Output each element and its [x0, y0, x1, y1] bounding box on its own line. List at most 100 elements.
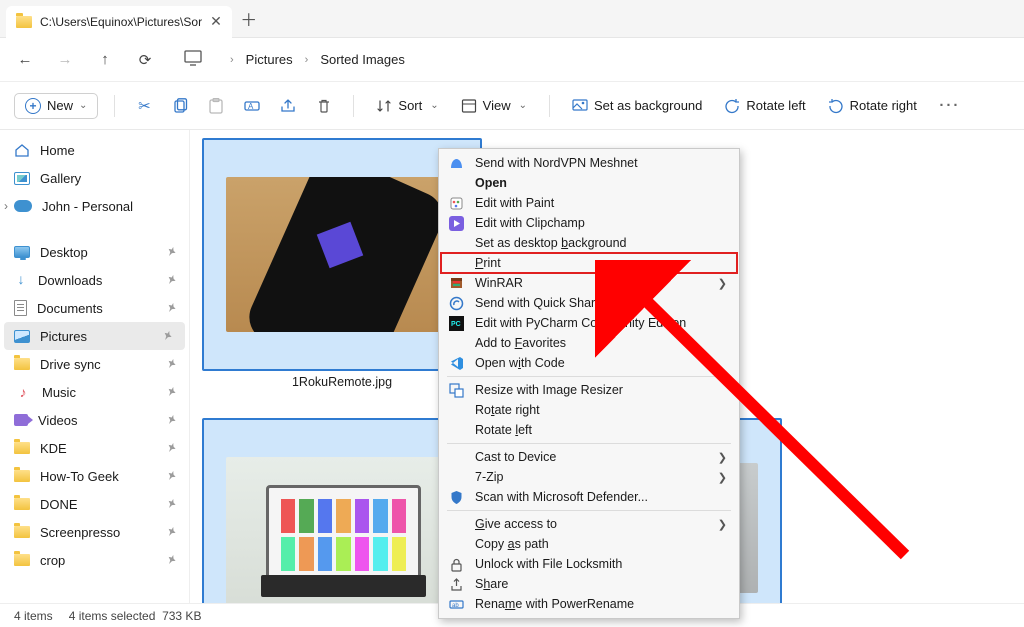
- pin-icon: [162, 356, 177, 372]
- context-menu-item[interactable]: Rotate right: [441, 400, 737, 420]
- sidebar-item-crop[interactable]: crop: [0, 546, 189, 574]
- blank-icon: [447, 448, 465, 466]
- context-menu-item[interactable]: Set as desktop background: [441, 233, 737, 253]
- context-menu-item[interactable]: WinRAR❯: [441, 273, 737, 293]
- sidebar-label: crop: [40, 553, 65, 568]
- context-menu-item[interactable]: PCEdit with PyCharm Community Edition: [441, 313, 737, 333]
- sidebar-label: Drive sync: [40, 357, 101, 372]
- pin-icon: [162, 552, 177, 568]
- rotate-right-button[interactable]: Rotate right: [822, 94, 923, 118]
- close-tab-icon[interactable]: ✕: [210, 13, 222, 30]
- sidebar-home[interactable]: Home: [0, 136, 189, 164]
- sidebar-item-documents[interactable]: Documents: [0, 294, 189, 322]
- cloud-icon: [14, 200, 32, 212]
- sidebar-item-drive-sync[interactable]: Drive sync: [0, 350, 189, 378]
- svg-text:A: A: [248, 102, 254, 111]
- sidebar-item-videos[interactable]: Videos: [0, 406, 189, 434]
- divider: [549, 95, 550, 117]
- context-menu-item[interactable]: Unlock with File Locksmith: [441, 554, 737, 574]
- context-menu-item[interactable]: abRename with PowerRename: [441, 594, 737, 614]
- context-menu-label: Cast to Device: [475, 450, 708, 464]
- delete-button[interactable]: [311, 93, 337, 119]
- refresh-button[interactable]: ⟳: [134, 51, 156, 69]
- up-button[interactable]: ↑: [94, 51, 116, 68]
- context-menu-label: 7-Zip: [475, 470, 708, 484]
- context-menu-label: Scan with Microsoft Defender...: [475, 490, 727, 504]
- chevron-right-icon: ❯: [718, 451, 727, 464]
- resizer-icon: [447, 381, 465, 399]
- chevron-right-icon: ›: [230, 54, 234, 66]
- sidebar-item-pictures[interactable]: Pictures: [4, 322, 185, 350]
- context-menu-label: WinRAR: [475, 276, 708, 290]
- more-button[interactable]: ···: [937, 93, 963, 119]
- pin-icon: [162, 300, 177, 316]
- context-menu-item[interactable]: Open: [441, 173, 737, 193]
- sidebar-item-music[interactable]: ♪Music: [0, 378, 189, 406]
- sort-button[interactable]: Sort ⌄: [370, 94, 444, 118]
- winrar-icon: [447, 274, 465, 292]
- folder-icon: [14, 358, 30, 370]
- desktop-icon: [14, 246, 30, 258]
- set-background-button[interactable]: Set as background: [566, 94, 708, 118]
- rename-button[interactable]: A: [239, 93, 265, 119]
- context-menu-item[interactable]: Share: [441, 574, 737, 594]
- status-selected: 4 items selected: [69, 609, 156, 623]
- context-menu-item[interactable]: Send with NordVPN Meshnet: [441, 153, 737, 173]
- context-menu-item[interactable]: Give access to❯: [441, 514, 737, 534]
- context-menu-item[interactable]: Copy as path: [441, 534, 737, 554]
- pin-icon: [162, 384, 177, 400]
- sidebar-gallery[interactable]: Gallery: [0, 164, 189, 192]
- forward-button[interactable]: →: [54, 51, 76, 68]
- context-menu-item[interactable]: Add to Favorites: [441, 333, 737, 353]
- sidebar-onedrive[interactable]: John - Personal: [0, 192, 189, 220]
- navigation-row: ← → ↑ ⟳ › Pictures › Sorted Images: [0, 38, 1024, 82]
- sidebar-item-downloads[interactable]: Downloads: [0, 266, 189, 294]
- sidebar-item-screenpresso[interactable]: Screenpresso: [0, 518, 189, 546]
- music-icon: ♪: [14, 384, 32, 400]
- sidebar-item-desktop[interactable]: Desktop: [0, 238, 189, 266]
- chevron-down-icon: ⌄: [519, 100, 527, 111]
- chevron-right-icon: ›: [305, 54, 309, 66]
- sidebar-item-done[interactable]: DONE: [0, 490, 189, 518]
- context-menu-label: Print: [475, 256, 727, 270]
- context-menu-item[interactable]: Print: [441, 253, 737, 273]
- svg-text:PC: PC: [451, 321, 461, 328]
- new-tab-button[interactable]: ＋: [232, 6, 266, 31]
- monitor-icon[interactable]: [182, 50, 204, 70]
- share-button[interactable]: [275, 93, 301, 119]
- context-menu-item[interactable]: Open with Code: [441, 353, 737, 373]
- breadcrumb-seg[interactable]: Sorted Images: [320, 52, 405, 67]
- new-button[interactable]: + New ⌄: [14, 93, 98, 119]
- context-menu-item[interactable]: Scan with Microsoft Defender...: [441, 487, 737, 507]
- context-menu-item[interactable]: Resize with Image Resizer: [441, 380, 737, 400]
- context-menu-label: Share: [475, 577, 727, 591]
- context-menu-item[interactable]: 7-Zip❯: [441, 467, 737, 487]
- cut-button[interactable]: ✂: [131, 93, 157, 119]
- sidebar-item-kde[interactable]: KDE: [0, 434, 189, 462]
- context-menu: Send with NordVPN Meshnet OpenEdit with P…: [438, 148, 740, 619]
- context-menu-item[interactable]: Edit with Clipchamp: [441, 213, 737, 233]
- context-menu-item[interactable]: Send with Quick Share: [441, 293, 737, 313]
- pin-icon: [162, 440, 177, 456]
- breadcrumb-seg[interactable]: Pictures: [246, 52, 293, 67]
- paint-icon: [447, 194, 465, 212]
- copy-button[interactable]: [167, 93, 193, 119]
- context-menu-item[interactable]: Rotate left: [441, 420, 737, 440]
- clipchamp-icon: [447, 214, 465, 232]
- folder-icon: [14, 526, 30, 538]
- breadcrumb[interactable]: › Pictures › Sorted Images: [230, 52, 405, 67]
- rotate-left-button[interactable]: Rotate left: [718, 94, 811, 118]
- sidebar-label: Desktop: [40, 245, 88, 260]
- context-menu-item[interactable]: Cast to Device ❯: [441, 447, 737, 467]
- paste-button[interactable]: [203, 93, 229, 119]
- sort-label: Sort: [398, 98, 422, 113]
- window-tab[interactable]: C:\Users\Equinox\Pictures\Sor ✕: [6, 6, 232, 38]
- sidebar-item-how-to-geek[interactable]: How-To Geek: [0, 462, 189, 490]
- context-menu-label: Send with NordVPN Meshnet: [475, 156, 727, 170]
- blank-icon: [447, 515, 465, 533]
- downloads-icon: [14, 273, 28, 287]
- context-menu-item[interactable]: Edit with Paint: [441, 193, 737, 213]
- back-button[interactable]: ←: [14, 51, 36, 68]
- view-button[interactable]: View ⌄: [455, 94, 533, 118]
- defender-icon: [447, 488, 465, 506]
